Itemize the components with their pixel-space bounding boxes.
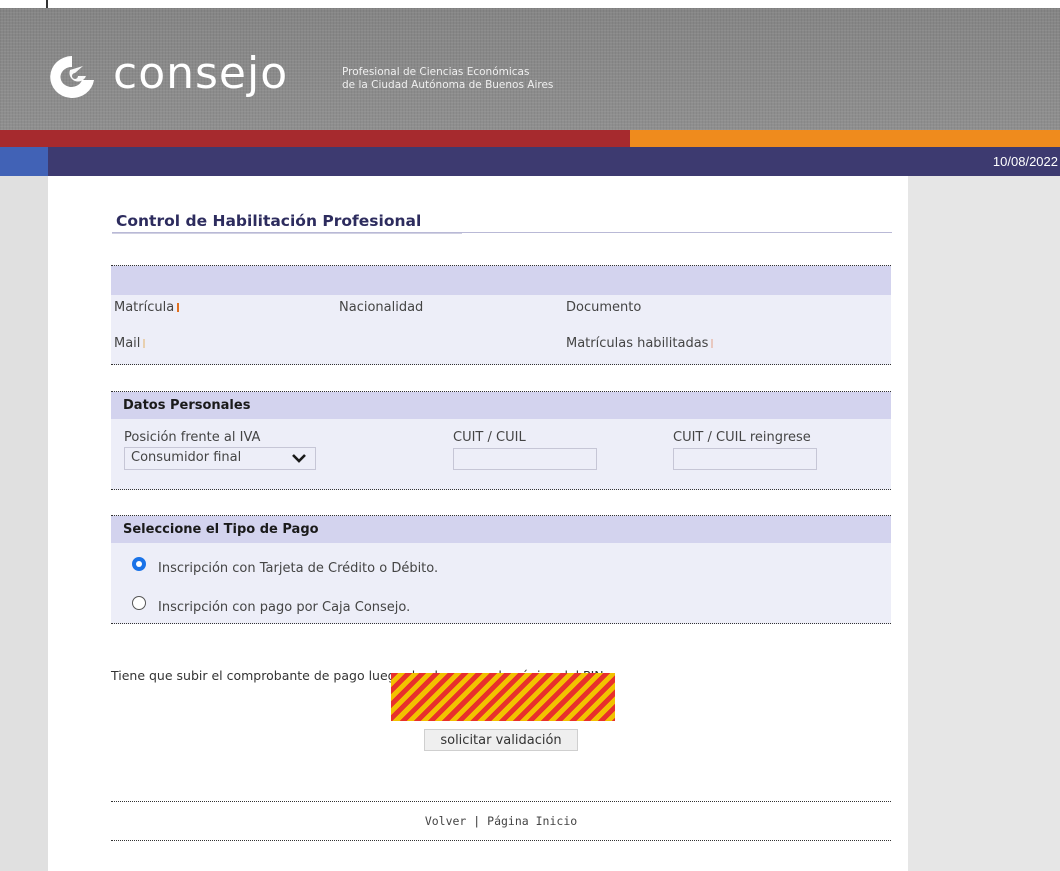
payment-caja-radio[interactable] [132, 596, 146, 610]
header-band-red [0, 130, 630, 147]
tagline-line-2: de la Ciudad Autónoma de Buenos Aires [342, 79, 554, 91]
right-margin [908, 176, 1060, 871]
footer-links: Volver | Página Inicio [0, 814, 1002, 828]
back-link[interactable]: Volver [425, 814, 467, 828]
site-header: consejo Profesional de Ciencias Económic… [0, 8, 1060, 130]
header-band-orange [630, 130, 1060, 147]
current-date: 10/08/2022 [992, 154, 1058, 169]
cuit-reingrese-label: CUIT / CUIL reingrese [673, 430, 811, 445]
tagline-line-1: Profesional de Ciencias Económicas [342, 66, 530, 78]
footer-divider-top [111, 801, 891, 802]
mail-marker [143, 339, 146, 348]
payment-card-label[interactable]: Inscripción con Tarjeta de Crédito o Déb… [158, 561, 438, 576]
title-underline-accent [112, 233, 462, 234]
cuit-label: CUIT / CUIL [453, 430, 526, 445]
footer-divider-bottom [111, 840, 891, 841]
logo-tagline: Profesional de Ciencias Económicas de la… [342, 66, 642, 92]
page-title: Control de Habilitación Profesional [116, 212, 422, 230]
mail-label: Mail [114, 336, 146, 351]
matriculas-habilitadas-label: Matrículas habilitadas [566, 336, 714, 351]
iva-select[interactable]: Consumidor final [124, 447, 316, 470]
payment-caja-label[interactable]: Inscripción con pago por Caja Consejo. [158, 600, 410, 615]
matricula-marker [177, 303, 180, 312]
personal-data-heading: Datos Personales [111, 392, 891, 419]
highlight-marker [391, 673, 615, 721]
iva-select-value: Consumidor final [131, 450, 242, 465]
nav-accent [0, 147, 48, 176]
cuit-reingrese-input[interactable] [673, 448, 817, 470]
documento-label: Documento [566, 300, 642, 315]
left-margin [0, 176, 48, 871]
payment-card-radio[interactable] [132, 557, 146, 571]
matriculas-marker [711, 339, 714, 348]
nav-bar: 10/08/2022 [0, 147, 1060, 176]
top-notch [46, 0, 48, 8]
footer-separator: | [473, 814, 488, 828]
matricula-label: Matrícula [114, 300, 180, 315]
profile-summary-header [111, 266, 891, 295]
iva-label: Posición frente al IVA [124, 430, 261, 445]
consejo-logo-icon [50, 56, 94, 98]
nacionalidad-label: Nacionalidad [339, 300, 424, 315]
home-link[interactable]: Página Inicio [487, 814, 577, 828]
payment-type-heading: Seleccione el Tipo de Pago [111, 516, 891, 543]
logo-wordmark: consejo [113, 48, 289, 99]
cuit-input[interactable] [453, 448, 597, 470]
profile-summary-box [111, 265, 891, 365]
top-strip [0, 0, 1060, 8]
chevron-down-icon [292, 454, 306, 463]
request-validation-button[interactable]: solicitar validación [424, 729, 578, 751]
